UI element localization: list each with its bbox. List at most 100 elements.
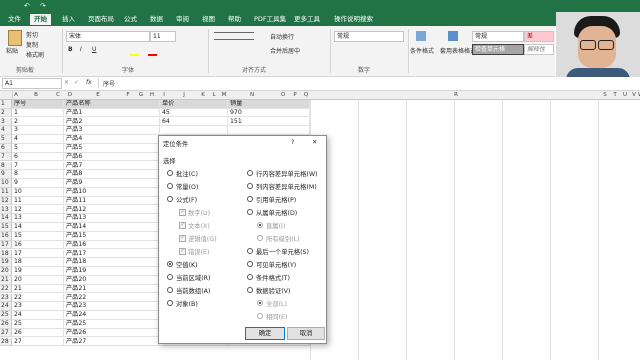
cell-product-name[interactable]: 产品23 bbox=[64, 302, 160, 311]
cell-product-name[interactable]: 产品24 bbox=[64, 311, 160, 320]
cell-seq[interactable]: 10 bbox=[12, 188, 64, 197]
redo-icon[interactable]: ↷ bbox=[40, 2, 46, 10]
tab-insert[interactable]: 插入 bbox=[58, 14, 79, 25]
row-header[interactable]: 12 bbox=[0, 196, 12, 206]
row-header[interactable]: 18 bbox=[0, 249, 12, 259]
row-header[interactable]: 2 bbox=[0, 108, 12, 118]
cell-header-a[interactable]: 序号 bbox=[12, 100, 64, 109]
underline-button[interactable]: U bbox=[92, 46, 96, 53]
option-radio[interactable] bbox=[167, 300, 173, 306]
column-header[interactable]: E bbox=[76, 91, 121, 100]
cell-product-name[interactable]: 产品27 bbox=[64, 337, 160, 347]
cell-seq[interactable]: 7 bbox=[12, 161, 64, 171]
option-radio[interactable] bbox=[247, 183, 253, 189]
cell-product-name[interactable]: 产品13 bbox=[64, 214, 160, 223]
cell-seq[interactable]: 11 bbox=[12, 196, 64, 206]
row-header[interactable]: 23 bbox=[0, 293, 12, 303]
row-header[interactable]: 14 bbox=[0, 214, 12, 223]
cell-seq[interactable]: 18 bbox=[12, 258, 64, 267]
cell-seq[interactable]: 1 bbox=[12, 108, 64, 118]
cell-product-name[interactable]: 产品6 bbox=[64, 152, 160, 162]
row-header[interactable]: 15 bbox=[0, 223, 12, 232]
copy-button[interactable]: 复制 bbox=[26, 40, 38, 49]
tab-data[interactable]: 数据 bbox=[146, 14, 167, 25]
cell-seq[interactable]: 25 bbox=[12, 320, 64, 329]
row-header[interactable]: 22 bbox=[0, 284, 12, 294]
help-button[interactable]: ? bbox=[291, 139, 294, 146]
style-check-cell[interactable]: 检查单元格 bbox=[472, 44, 524, 55]
cell-seq[interactable]: 24 bbox=[12, 311, 64, 320]
column-header[interactable]: B bbox=[20, 91, 53, 100]
column-header[interactable]: F bbox=[120, 91, 137, 100]
cell-seq[interactable]: 23 bbox=[12, 302, 64, 311]
tab-file[interactable]: 文件 bbox=[4, 14, 25, 25]
cell-product-name[interactable]: 产品2 bbox=[64, 117, 160, 127]
tab-home[interactable]: 开始 bbox=[30, 14, 51, 25]
cell-seq[interactable]: 4 bbox=[12, 135, 64, 144]
tab-review[interactable]: 审阅 bbox=[172, 14, 193, 25]
tab-pdf-tools[interactable]: PDF工具集 bbox=[250, 14, 290, 25]
fx-icon[interactable]: fx bbox=[86, 79, 92, 86]
row-header[interactable]: 9 bbox=[0, 170, 12, 179]
option-radio[interactable] bbox=[247, 196, 253, 202]
cell-seq[interactable]: 20 bbox=[12, 276, 64, 285]
row-header[interactable]: 5 bbox=[0, 135, 12, 144]
column-header[interactable]: N bbox=[228, 91, 277, 100]
number-format-select[interactable]: 常规 bbox=[334, 31, 404, 42]
cell-seq[interactable]: 21 bbox=[12, 284, 64, 294]
option-radio[interactable] bbox=[167, 274, 173, 280]
option-radio[interactable] bbox=[247, 274, 253, 280]
wrap-text-button[interactable]: 自动换行 bbox=[270, 32, 294, 41]
cell-qty[interactable]: 970 bbox=[228, 108, 310, 118]
name-box[interactable]: A1 bbox=[2, 78, 62, 89]
cell-seq[interactable]: 19 bbox=[12, 267, 64, 276]
cell-seq[interactable]: 15 bbox=[12, 232, 64, 241]
cell-product-name[interactable]: 产品3 bbox=[64, 126, 160, 135]
cell-product-name[interactable]: 产品15 bbox=[64, 232, 160, 241]
undo-icon[interactable]: ↶ bbox=[24, 2, 30, 10]
cell-seq[interactable]: 9 bbox=[12, 179, 64, 188]
cell-product-name[interactable]: 产品11 bbox=[64, 196, 160, 206]
cell-seq[interactable]: 8 bbox=[12, 170, 64, 179]
paste-button[interactable]: 粘贴 bbox=[6, 46, 18, 55]
cell-product-name[interactable]: 产品5 bbox=[64, 144, 160, 153]
cell-seq[interactable]: 27 bbox=[12, 337, 64, 347]
row-header[interactable]: 25 bbox=[0, 311, 12, 320]
row-header[interactable]: 26 bbox=[0, 320, 12, 329]
cell-seq[interactable]: 22 bbox=[12, 293, 64, 303]
cell-qty[interactable]: 151 bbox=[228, 117, 310, 127]
bold-button[interactable]: B bbox=[68, 46, 73, 53]
cell-seq[interactable]: 5 bbox=[12, 144, 64, 153]
cell-product-name[interactable]: 产品9 bbox=[64, 179, 160, 188]
merge-center-button[interactable]: 合并后居中 bbox=[270, 46, 300, 55]
style-normal[interactable]: 常规 bbox=[472, 31, 524, 42]
cell-product-name[interactable]: 产品1 bbox=[64, 108, 160, 118]
table-format-button[interactable]: 套用表格格式 bbox=[440, 46, 476, 55]
formula-input[interactable]: 序号 bbox=[98, 78, 639, 88]
italic-button[interactable]: I bbox=[80, 46, 82, 53]
row-header[interactable]: 27 bbox=[0, 328, 12, 338]
cell-product-name[interactable]: 产品14 bbox=[64, 223, 160, 232]
cell-seq[interactable]: 17 bbox=[12, 249, 64, 259]
row-header[interactable]: 24 bbox=[0, 302, 12, 311]
cell-product-name[interactable]: 产品21 bbox=[64, 284, 160, 294]
cell-seq[interactable]: 13 bbox=[12, 214, 64, 223]
font-size-select[interactable]: 11 bbox=[150, 31, 176, 42]
tab-formulas[interactable]: 公式 bbox=[120, 14, 141, 25]
row-header[interactable]: 20 bbox=[0, 267, 12, 276]
option-radio[interactable] bbox=[247, 209, 253, 215]
tab-view[interactable]: 视图 bbox=[198, 14, 219, 25]
cell-seq[interactable]: 26 bbox=[12, 328, 64, 338]
tab-page-layout[interactable]: 页面布局 bbox=[84, 14, 118, 25]
cell-product-name[interactable]: 产品25 bbox=[64, 320, 160, 329]
conditional-format-icon[interactable] bbox=[416, 31, 426, 41]
row-header[interactable]: 11 bbox=[0, 188, 12, 197]
tab-help[interactable]: 帮助 bbox=[224, 14, 245, 25]
row-header[interactable]: 10 bbox=[0, 179, 12, 188]
cell-header-d[interactable]: 产品名称 bbox=[64, 100, 160, 109]
option-radio[interactable] bbox=[167, 261, 173, 267]
cell-product-name[interactable]: 产品12 bbox=[64, 205, 160, 215]
cell-product-name[interactable]: 产品8 bbox=[64, 170, 160, 179]
table-format-icon[interactable] bbox=[448, 31, 458, 41]
cell-seq[interactable]: 12 bbox=[12, 205, 64, 215]
